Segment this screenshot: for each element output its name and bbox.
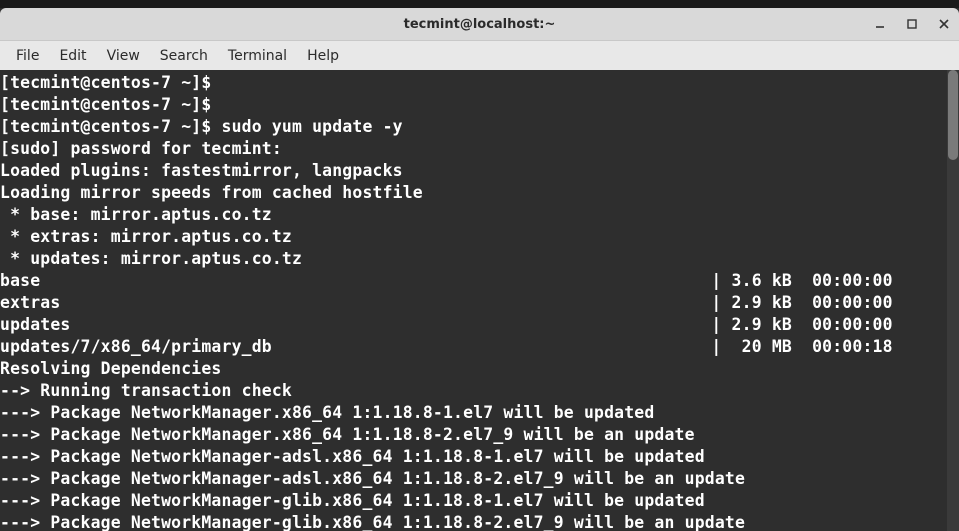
maximize-button[interactable] [903,15,921,33]
menu-view[interactable]: View [97,44,150,68]
output-line: * base: mirror.aptus.co.tz [0,204,947,226]
minimize-button[interactable] [871,15,889,33]
sudo-prompt: [sudo] password for tecmint: [0,138,947,160]
menu-terminal[interactable]: Terminal [218,44,297,68]
window-title: tecmint@localhost:~ [0,17,959,32]
output-line: Loading mirror speeds from cached hostfi… [0,182,947,204]
menu-file[interactable]: File [6,44,49,68]
menu-edit[interactable]: Edit [49,44,96,68]
terminal[interactable]: [tecmint@centos-7 ~]$ [tecmint@centos-7 … [0,70,959,531]
output-line: ---> Package NetworkManager.x86_64 1:1.1… [0,424,947,446]
scrollbar-thumb[interactable] [948,70,958,160]
output-line: * extras: mirror.aptus.co.tz [0,226,947,248]
output-line: * updates: mirror.aptus.co.tz [0,248,947,270]
menubar: File Edit View Search Terminal Help [0,40,959,70]
scrollbar[interactable] [947,70,959,531]
close-button[interactable] [935,15,953,33]
prompt: [tecmint@centos-7 ~]$ [0,117,222,136]
menu-help[interactable]: Help [297,44,349,68]
repo-status-line: extras| 2.9 kB 00:00:00 [0,292,947,314]
repo-status-line: updates/7/x86_64/primary_db| 20 MB 00:00… [0,336,947,358]
titlebar: tecmint@localhost:~ [0,8,959,40]
output-line: ---> Package NetworkManager-glib.x86_64 … [0,490,947,512]
prompt: [tecmint@centos-7 ~]$ [0,95,222,114]
output-line: ---> Package NetworkManager-adsl.x86_64 … [0,468,947,490]
output-line: ---> Package NetworkManager.x86_64 1:1.1… [0,402,947,424]
command: sudo yum update -y [222,117,403,136]
repo-status-line: base| 3.6 kB 00:00:00 [0,270,947,292]
output-line: Loaded plugins: fastestmirror, langpacks [0,160,947,182]
menu-search[interactable]: Search [150,44,218,68]
terminal-output[interactable]: [tecmint@centos-7 ~]$ [tecmint@centos-7 … [0,70,947,531]
output-line: ---> Package NetworkManager-adsl.x86_64 … [0,446,947,468]
repo-status-line: updates| 2.9 kB 00:00:00 [0,314,947,336]
output-line: --> Running transaction check [0,380,947,402]
output-line: ---> Package NetworkManager-glib.x86_64 … [0,512,947,531]
output-line: Resolving Dependencies [0,358,947,380]
prompt: [tecmint@centos-7 ~]$ [0,73,222,92]
